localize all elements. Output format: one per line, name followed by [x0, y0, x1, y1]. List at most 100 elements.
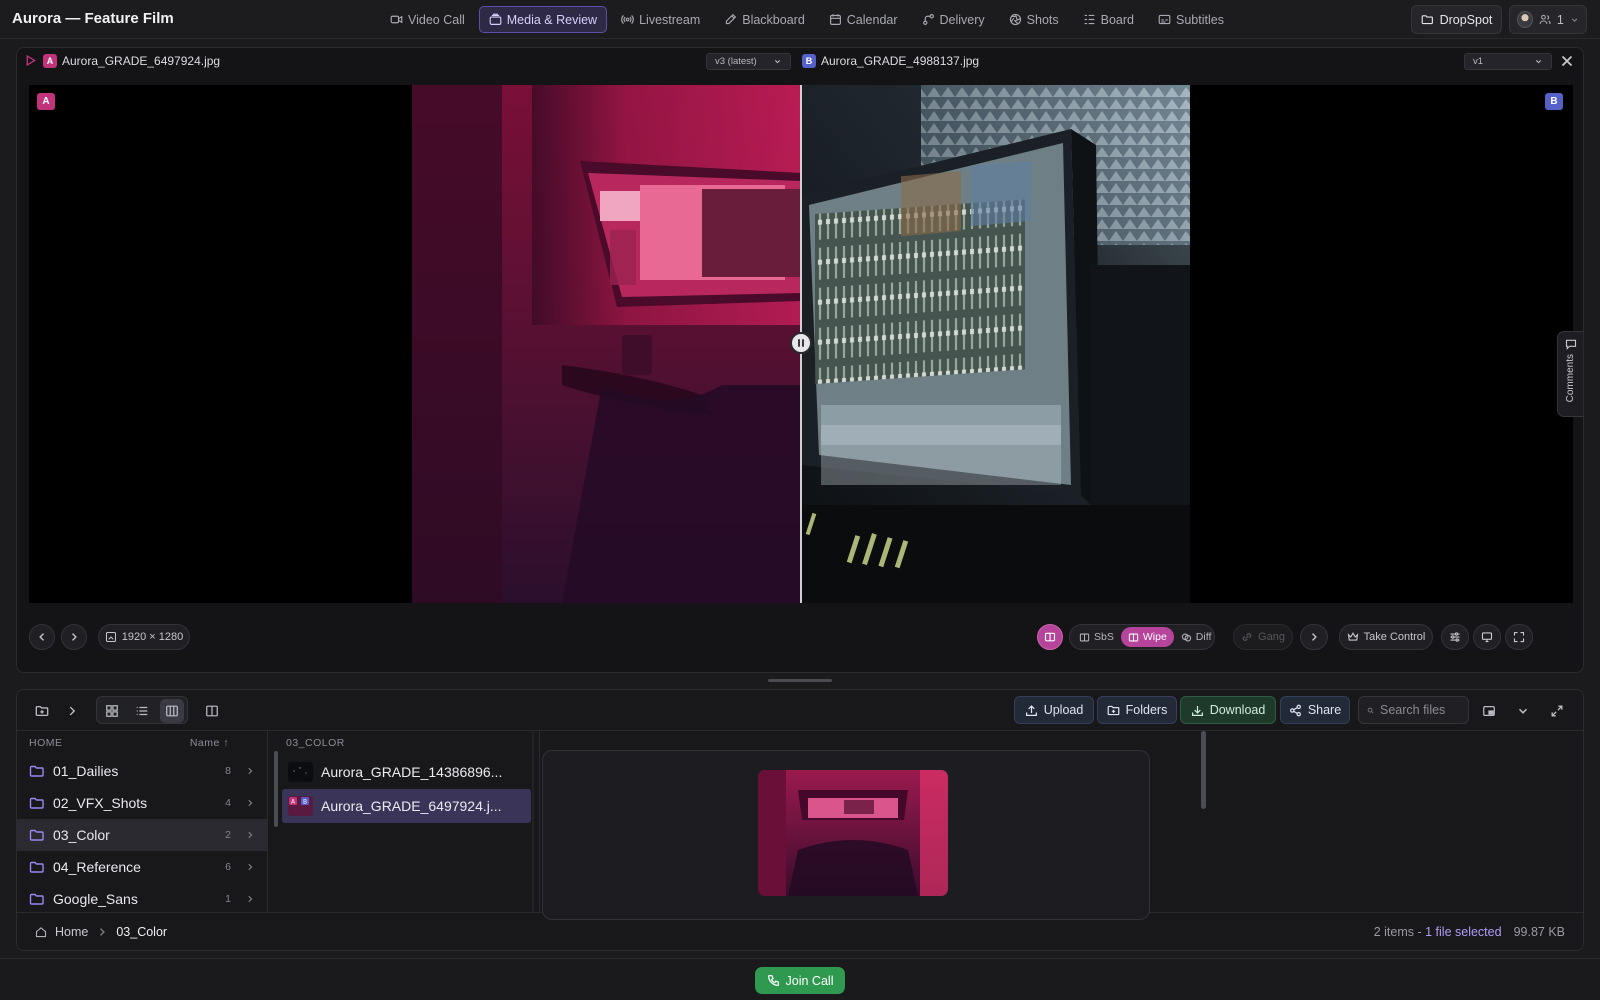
grid-view-button[interactable]: [100, 699, 124, 723]
upload-button[interactable]: Upload: [1014, 696, 1094, 724]
subtitles-icon: [1158, 14, 1171, 25]
next-button[interactable]: [61, 624, 87, 650]
gang-button[interactable]: Gang: [1233, 624, 1293, 650]
dropspot-label: DropSpot: [1439, 12, 1493, 27]
gang-label: Gang: [1258, 631, 1285, 643]
expand-controls-button[interactable]: [1300, 624, 1328, 650]
share-button[interactable]: Share: [1280, 696, 1350, 724]
pip-icon: [1483, 706, 1495, 716]
breadcrumb-current[interactable]: 03_Color: [116, 925, 167, 939]
folder-item[interactable]: Google_Sans 1: [17, 883, 267, 915]
folder-item[interactable]: 02_VFX_Shots 4: [17, 787, 267, 819]
file-item-selected[interactable]: AB Aurora_GRADE_6497924.j...: [282, 789, 531, 823]
compare-toggle-button[interactable]: [1037, 624, 1063, 650]
column-divider[interactable]: [532, 730, 534, 912]
close-icon[interactable]: [1559, 53, 1575, 69]
svg-text:B: B: [303, 799, 307, 806]
preview-thumbnail[interactable]: [758, 770, 948, 896]
folder-name: 01_Dailies: [53, 763, 119, 779]
share-icon: [1289, 704, 1301, 716]
left-version-value: v3 (latest): [715, 56, 757, 67]
folder-item[interactable]: 01_Dailies 8: [17, 755, 267, 787]
breadcrumb: Home 03_Color: [35, 925, 167, 939]
file-preview-card: [542, 750, 1150, 920]
dropspot-button[interactable]: DropSpot: [1411, 5, 1502, 34]
monitor-icon: [1481, 632, 1493, 643]
play-icon[interactable]: [24, 54, 37, 67]
chevron-right-icon: [69, 706, 76, 716]
panel-resize-handle[interactable]: [768, 679, 832, 682]
download-button[interactable]: Download: [1180, 696, 1276, 724]
download-label: Download: [1209, 703, 1266, 717]
take-control-button[interactable]: Take Control: [1339, 624, 1433, 650]
folders-label: Folders: [1125, 703, 1168, 717]
compare-mode-switch: SbS Wipe Diff: [1069, 624, 1215, 650]
search-icon: [1367, 707, 1374, 713]
left-version-select[interactable]: v3 (latest): [706, 53, 791, 70]
board-icon: [1084, 14, 1095, 25]
prev-button[interactable]: [29, 624, 55, 650]
chevron-right-icon: [100, 927, 106, 936]
participant-count: 1: [1556, 12, 1564, 27]
file-column-header: 03_COLOR: [274, 731, 539, 755]
new-folder-button[interactable]: [30, 699, 54, 723]
nav-subtitles[interactable]: Subtitles: [1148, 6, 1234, 33]
search-input[interactable]: [1380, 703, 1460, 717]
maximize-panel-button[interactable]: [1545, 699, 1569, 723]
diff-icon: [1181, 633, 1191, 641]
resolution-indicator: 1920 × 1280: [98, 624, 190, 650]
compare-icon: [1044, 632, 1056, 642]
compare-stage[interactable]: A B: [29, 85, 1573, 603]
preview-scrollbar[interactable]: [1201, 731, 1206, 809]
file-item[interactable]: Aurora_GRADE_14386896...: [282, 755, 531, 789]
breadcrumb-forward[interactable]: [60, 699, 84, 723]
folder-item-selected[interactable]: 03_Color 2: [17, 819, 267, 851]
list-view-button[interactable]: [130, 699, 154, 723]
collapse-panel-button[interactable]: [1511, 699, 1535, 723]
nav-board[interactable]: Board: [1073, 6, 1144, 33]
nav-calendar[interactable]: Calendar: [819, 6, 908, 33]
nav-video-call[interactable]: Video Call: [380, 6, 475, 33]
column-view-button[interactable]: [160, 699, 184, 723]
split-pane-icon: [206, 705, 218, 717]
left-file: A Aurora_GRADE_6497924.jpg: [43, 54, 220, 68]
nav-blackboard[interactable]: Blackboard: [714, 6, 815, 33]
item-count-text: 2 items -: [1373, 924, 1426, 939]
folder-item[interactable]: 04_Reference 6: [17, 851, 267, 883]
join-call-button[interactable]: Join Call: [755, 967, 845, 994]
folder-icon: [29, 861, 44, 873]
comments-tab[interactable]: Comments: [1557, 331, 1583, 417]
preview-pane-toggle[interactable]: [200, 699, 224, 723]
wipe-handle[interactable]: [790, 332, 812, 354]
badge-a: A: [43, 54, 57, 68]
mode-wipe[interactable]: Wipe: [1120, 627, 1174, 647]
fullscreen-button[interactable]: [1505, 624, 1533, 650]
nav-label: Livestream: [639, 12, 701, 27]
nav-delivery[interactable]: Delivery: [912, 6, 995, 33]
nav-label: Calendar: [846, 12, 898, 27]
sort-name-toggle[interactable]: Name ↑: [190, 737, 229, 749]
picture-in-picture-button[interactable]: [1477, 699, 1501, 723]
right-version-select[interactable]: v1: [1464, 53, 1552, 70]
nav-label: Blackboard: [742, 12, 805, 27]
view-mode-group: [96, 696, 188, 724]
folder-icon: [29, 765, 44, 777]
nav-label: Shots: [1026, 12, 1059, 27]
nav-media-review[interactable]: Media & Review: [478, 6, 608, 33]
folders-button[interactable]: Folders: [1097, 696, 1177, 724]
mode-sbs[interactable]: SbS: [1072, 627, 1121, 647]
participants-menu[interactable]: 1: [1509, 5, 1587, 34]
join-call-label: Join Call: [785, 973, 834, 988]
home-header: HOME: [29, 737, 63, 749]
nav-livestream[interactable]: Livestream: [611, 6, 710, 33]
download-icon: [1191, 705, 1203, 716]
chevron-right-icon: [248, 799, 253, 807]
nav-shots[interactable]: Shots: [999, 6, 1069, 33]
breadcrumb-home[interactable]: Home: [55, 925, 88, 939]
present-button[interactable]: [1473, 624, 1501, 650]
file-name: Aurora_GRADE_6497924.j...: [321, 798, 502, 814]
mode-diff[interactable]: Diff: [1174, 627, 1219, 647]
file-thumbnail: [288, 762, 313, 782]
folder-icon: [29, 829, 44, 841]
adjustments-button[interactable]: [1441, 624, 1469, 650]
